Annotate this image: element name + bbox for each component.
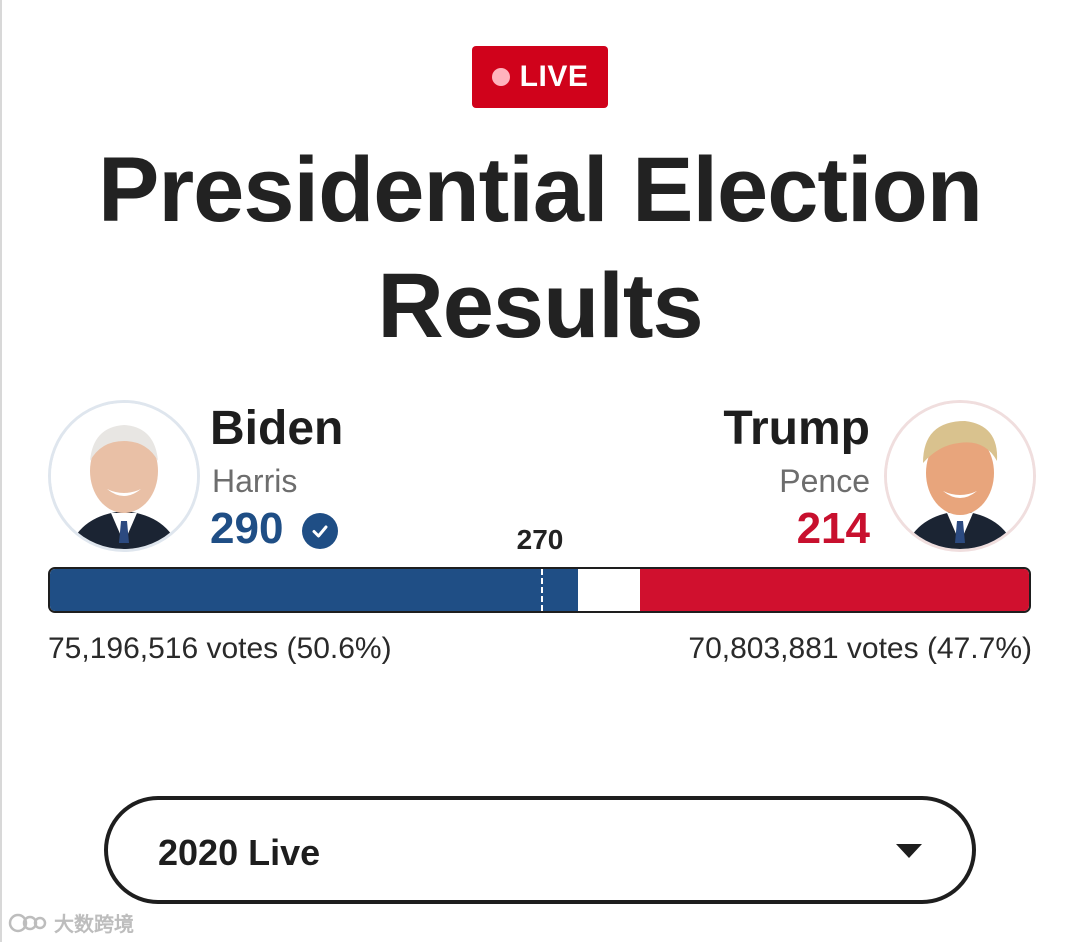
candidate-left-name: Biden — [210, 402, 344, 455]
person-portrait-icon — [51, 403, 197, 549]
candidate-right-popular-votes: 70,803,881 votes (47.7%) — [688, 632, 1032, 665]
rep-electoral-segment — [639, 569, 1029, 611]
electoral-vote-bar — [48, 567, 1031, 613]
threshold-marker — [541, 569, 544, 611]
live-badge: LIVE — [472, 46, 608, 108]
live-dot-icon — [491, 68, 510, 86]
page-title: Presidential Election Results — [98, 139, 983, 357]
candidate-right-name: Trump — [723, 402, 870, 455]
year-select-dropdown[interactable]: 2020 Live — [104, 796, 976, 904]
candidate-right-running-mate: Pence — [779, 463, 870, 499]
candidate-left-running-mate: Harris — [212, 463, 298, 499]
dem-electoral-segment — [50, 569, 578, 611]
live-label: LIVE — [519, 60, 589, 93]
threshold-label: 270 — [516, 524, 564, 555]
candidate-left-avatar[interactable] — [48, 400, 200, 552]
candidate-left-electoral-votes: 290 — [210, 504, 284, 553]
candidate-right-electoral-votes: 214 — [796, 504, 870, 553]
winner-check-icon — [302, 513, 338, 549]
year-select-value: 2020 Live — [158, 832, 321, 873]
person-portrait-icon — [887, 403, 1033, 549]
candidate-right-avatar[interactable] — [884, 400, 1036, 552]
watermark-logo-icon — [8, 913, 47, 932]
caret-down-icon — [896, 844, 922, 858]
page-edge — [0, 0, 2, 942]
watermark-text: 大数跨境 — [54, 914, 134, 936]
watermark: 大数跨境 — [8, 908, 134, 937]
candidate-left-popular-votes: 75,196,516 votes (50.6%) — [48, 632, 392, 665]
